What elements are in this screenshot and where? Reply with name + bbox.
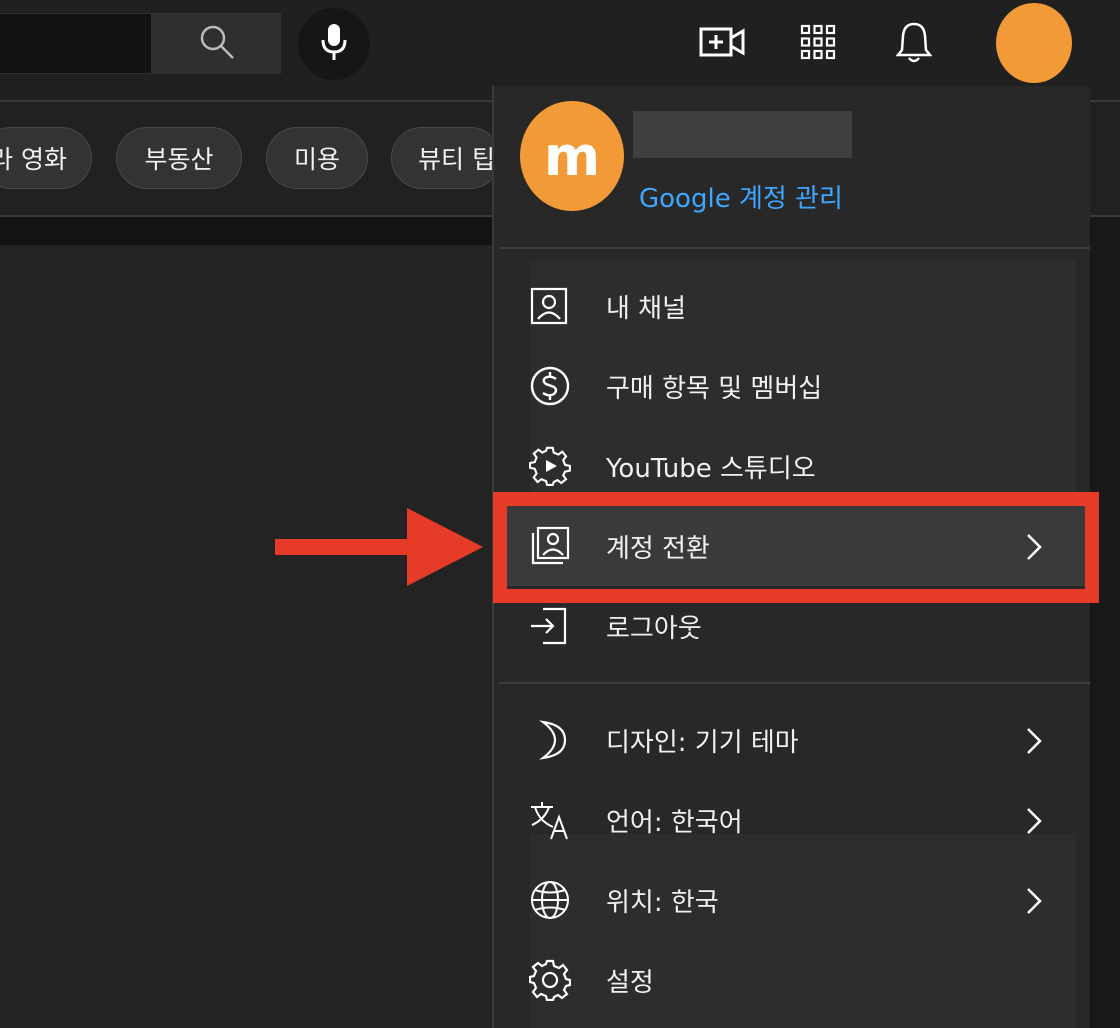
menu-item-label: 디자인: 기기 테마 — [606, 727, 799, 758]
moon-icon — [529, 718, 571, 762]
video-add-icon — [699, 26, 745, 62]
menu-item-my-channel[interactable]: 내 채널 — [499, 266, 1090, 346]
menu-item-label: YouTube 스튜디오 — [606, 453, 816, 484]
menu-avatar: m — [520, 101, 624, 211]
content-strip — [0, 217, 492, 245]
highlight-box — [493, 492, 1099, 603]
menu-divider — [499, 682, 1090, 684]
chip-bar-end — [1090, 102, 1120, 215]
account-name-redacted — [633, 111, 852, 158]
chevron-right-icon — [1024, 725, 1044, 757]
chip-label: 미용 — [293, 145, 340, 174]
chip-beauty[interactable]: 미용 — [266, 127, 368, 189]
search-button[interactable] — [152, 13, 281, 74]
account-menu-header: m Google 계정 관리 — [494, 86, 1090, 248]
menu-item-label: 내 채널 — [606, 293, 687, 324]
account-avatar-button[interactable] — [996, 3, 1072, 83]
content-area — [0, 245, 492, 1028]
voice-search-button[interactable] — [298, 8, 370, 80]
apps-button[interactable] — [794, 22, 842, 66]
menu-item-location[interactable]: 위치: 한국 — [499, 860, 1090, 940]
chevron-right-icon — [1024, 805, 1044, 837]
chip-label: 라 영화 — [0, 145, 67, 174]
chip-real-estate[interactable]: 부동산 — [116, 127, 242, 189]
chip-label: 뷰티 팁 — [418, 145, 495, 174]
menu-item-label: 위치: 한국 — [606, 887, 719, 918]
globe-icon — [529, 878, 571, 922]
chip-beauty-tips[interactable]: 뷰티 팁 — [391, 127, 501, 189]
menu-item-appearance[interactable]: 디자인: 기기 테마 — [499, 700, 1090, 780]
microphone-icon — [319, 22, 349, 66]
search-input[interactable] — [0, 13, 152, 74]
notifications-button[interactable] — [890, 22, 938, 66]
menu-divider — [499, 247, 1090, 249]
apps-grid-icon — [800, 24, 836, 64]
search-icon — [198, 23, 236, 65]
create-video-button[interactable] — [698, 22, 746, 66]
dollar-circle-icon — [529, 364, 571, 408]
sign-out-icon — [529, 604, 571, 648]
person-box-icon — [529, 284, 569, 328]
bell-icon — [895, 20, 933, 68]
translate-icon — [529, 798, 571, 842]
menu-item-label: 언어: 한국어 — [606, 807, 743, 838]
manage-google-account-link[interactable]: Google 계정 관리 — [639, 178, 843, 215]
menu-item-label: 설정 — [606, 967, 654, 998]
chip-label: 부동산 — [144, 145, 214, 174]
menu-item-purchases[interactable]: 구매 항목 및 멤버십 — [499, 346, 1090, 426]
studio-gear-icon — [529, 444, 571, 488]
annotation-arrow-icon — [275, 508, 483, 586]
chip-movies[interactable]: 라 영화 — [0, 127, 92, 189]
chevron-right-icon — [1024, 885, 1044, 917]
menu-item-label: 구매 항목 및 멤버십 — [606, 373, 823, 404]
menu-item-settings[interactable]: 설정 — [499, 940, 1090, 1020]
avatar-letter: m — [543, 124, 601, 188]
menu-item-language[interactable]: 언어: 한국어 — [499, 780, 1090, 860]
gear-icon — [529, 958, 571, 1002]
menu-item-label: 로그아웃 — [606, 613, 702, 644]
